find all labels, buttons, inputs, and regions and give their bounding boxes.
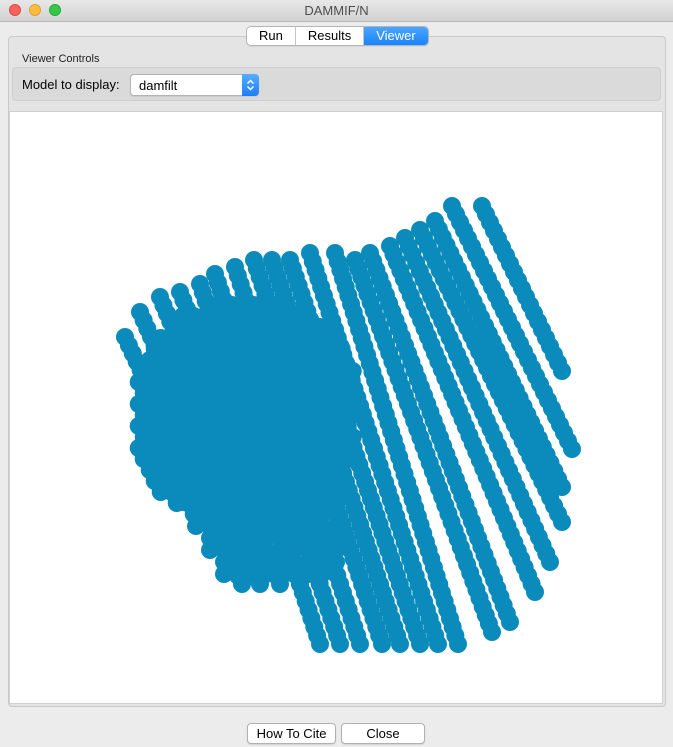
window-title: DAMMIF/N xyxy=(304,3,369,18)
model-viewer-canvas[interactable] xyxy=(9,111,663,704)
how-to-cite-button[interactable]: How To Cite xyxy=(247,723,336,744)
tab-results[interactable]: Results xyxy=(296,27,365,45)
model-select-value: damfilt xyxy=(139,78,178,93)
bead-group xyxy=(116,197,581,653)
model-select[interactable]: damfilt xyxy=(130,74,259,96)
dammif-window: DAMMIF/N Run Results Viewer Viewer Contr… xyxy=(0,0,673,747)
viewer-controls-label: Viewer Controls xyxy=(22,53,100,65)
chevron-updown-icon xyxy=(242,74,259,96)
close-button[interactable]: Close xyxy=(341,723,425,744)
title-bar: DAMMIF/N xyxy=(0,0,673,22)
tab-viewer[interactable]: Viewer xyxy=(364,27,428,45)
tab-run[interactable]: Run xyxy=(247,27,296,45)
model-to-display-label: Model to display: xyxy=(22,77,120,92)
bead-model-render xyxy=(116,197,581,653)
tab-bar: Run Results Viewer xyxy=(246,26,429,46)
